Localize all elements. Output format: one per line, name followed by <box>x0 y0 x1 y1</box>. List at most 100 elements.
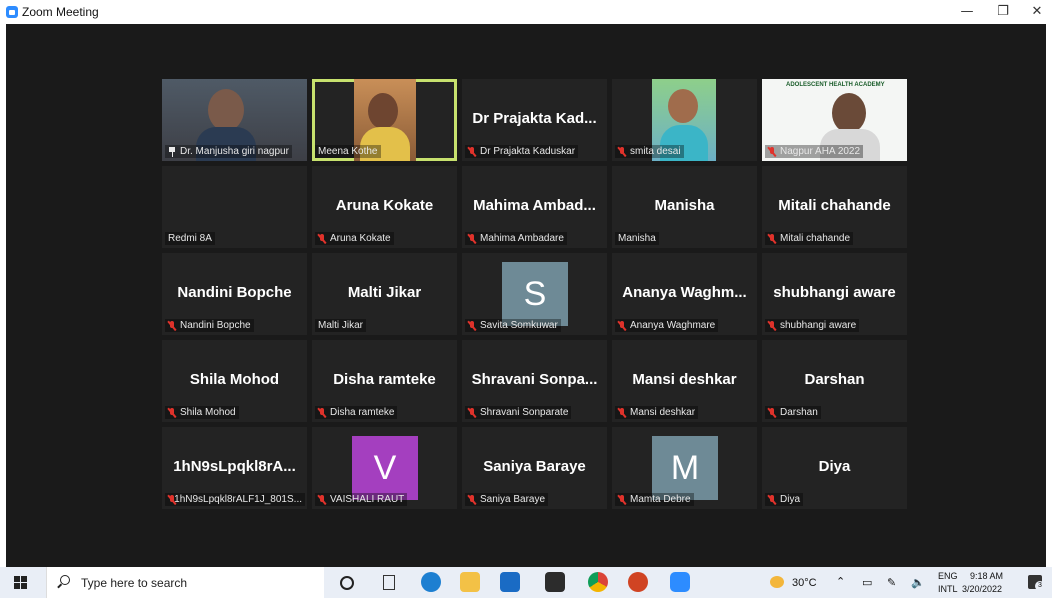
participant-name-label: Mahima Ambadare <box>465 232 567 245</box>
clock-time[interactable]: 9:18 AM <box>970 571 1003 581</box>
window-title: Zoom Meeting <box>22 5 99 19</box>
participant-name: Ananya Waghmare <box>630 320 716 331</box>
participant-name: shubhangi aware <box>780 320 857 331</box>
participant-tile[interactable]: M Mamta Debre <box>612 427 757 509</box>
participant-name: Meena Kothe <box>318 146 378 157</box>
edge-icon[interactable] <box>421 572 441 592</box>
participant-display-name: 1hN9sLpqkl8rA... <box>173 458 296 475</box>
participant-display-name: Saniya Baraye <box>483 458 586 475</box>
search-input[interactable]: Type here to search <box>46 567 324 598</box>
mic-muted-icon <box>768 494 776 505</box>
participant-avatar: M <box>652 436 718 500</box>
mic-muted-icon <box>318 494 326 505</box>
participant-name: VAISHALI RAUT <box>330 494 405 505</box>
clock-date[interactable]: 3/20/2022 <box>962 584 1002 594</box>
mic-muted-icon <box>768 233 776 244</box>
participant-name-label: Mansi deshkar <box>615 406 699 419</box>
participant-tile[interactable]: Diya Diya <box>762 427 907 509</box>
mic-muted-icon <box>768 407 776 418</box>
widgets-icon[interactable] <box>383 575 395 590</box>
file-explorer-icon[interactable] <box>460 572 480 592</box>
participant-name-label: Aruna Kokate <box>315 232 394 245</box>
participant-tile[interactable]: Dr Prajakta Kad... Dr Prajakta Kaduskar <box>462 79 607 161</box>
mic-muted-icon <box>468 233 476 244</box>
close-button[interactable]: ✕ <box>1020 0 1052 24</box>
participant-name: Nandini Bopche <box>180 320 251 331</box>
participant-name-label: Diya <box>765 493 804 506</box>
participant-name-label: Savita Somkuwar <box>465 319 561 332</box>
participant-display-name: Malti Jikar <box>347 284 422 301</box>
participant-name: Disha ramteke <box>330 407 395 418</box>
pen-icon[interactable]: ✎ <box>887 576 896 589</box>
minimize-button[interactable]: — <box>950 0 984 24</box>
participant-display-name: Disha ramteke <box>333 371 436 388</box>
weather-temp[interactable]: 30°C <box>792 577 817 589</box>
language-layout[interactable]: INTL <box>938 584 958 594</box>
participant-tile[interactable]: Shravani Sonpa... Shravani Sonparate <box>462 340 607 422</box>
zoom-icon[interactable] <box>670 572 690 592</box>
participant-display-name: Nandini Bopche <box>177 284 292 301</box>
participant-display-name: Mahima Ambad... <box>473 197 596 214</box>
store-icon[interactable] <box>545 572 565 592</box>
participant-name-label: Mamta Debre <box>615 493 694 506</box>
maximize-button[interactable]: ❐ <box>986 0 1020 24</box>
participant-display-name: Darshan <box>804 371 865 388</box>
mic-muted-icon <box>468 494 476 505</box>
participant-tile[interactable]: Ananya Waghm... Ananya Waghmare <box>612 253 757 335</box>
network-icon[interactable]: ▭ <box>862 576 872 589</box>
participant-name: Manisha <box>618 233 656 244</box>
participant-tile[interactable]: Mahima Ambad... Mahima Ambadare <box>462 166 607 248</box>
mic-muted-icon <box>618 407 626 418</box>
participant-name-label: Dr Prajakta Kaduskar <box>465 145 579 158</box>
participant-tile[interactable]: Redmi 8A <box>162 166 307 248</box>
mail-icon[interactable] <box>500 572 520 592</box>
mic-muted-icon <box>618 320 626 331</box>
participant-name: Aruna Kokate <box>330 233 391 244</box>
windows-start-icon[interactable] <box>14 576 27 589</box>
participant-tile[interactable]: ADOLESCENT HEALTH ACADEMY Nagpur AHA 2022 <box>762 79 907 161</box>
participant-display-name: Mitali chahande <box>778 197 891 214</box>
participant-tile[interactable]: Nandini Bopche Nandini Bopche <box>162 253 307 335</box>
participant-name: Mamta Debre <box>630 494 691 505</box>
participant-tile[interactable]: Darshan Darshan <box>762 340 907 422</box>
participant-tile[interactable]: Meena Kothe <box>312 79 457 161</box>
participant-name: Mitali chahande <box>780 233 851 244</box>
participant-tile[interactable]: Disha ramteke Disha ramteke <box>312 340 457 422</box>
notification-count: 3 <box>1035 581 1045 591</box>
participant-tile[interactable]: Shila Mohod Shila Mohod <box>162 340 307 422</box>
participant-tile[interactable]: Mansi deshkar Mansi deshkar <box>612 340 757 422</box>
participant-tile[interactable]: Dr. Manjusha giri nagpur <box>162 79 307 161</box>
participant-tile[interactable]: shubhangi aware shubhangi aware <box>762 253 907 335</box>
participant-tile[interactable]: 1hN9sLpqkl8rA... 1hN9sLpqkl8rALF1J_801S..… <box>162 427 307 509</box>
participant-tile[interactable]: Manisha Manisha <box>612 166 757 248</box>
participant-name-label: Manisha <box>615 232 659 245</box>
participant-tile[interactable]: Aruna Kokate Aruna Kokate <box>312 166 457 248</box>
language-code[interactable]: ENG <box>938 571 958 581</box>
chevron-up-icon[interactable]: ⌃ <box>836 575 845 588</box>
participant-tile[interactable]: Saniya Baraye Saniya Baraye <box>462 427 607 509</box>
participant-tile[interactable]: smita desai <box>612 79 757 161</box>
participant-name: Savita Somkuwar <box>480 320 558 331</box>
mic-muted-icon <box>768 320 776 331</box>
title-bar: Zoom Meeting — ❐ ✕ <box>0 0 1052 24</box>
participant-name-label: Redmi 8A <box>165 232 215 245</box>
participant-name: smita desai <box>630 146 681 157</box>
powerpoint-icon[interactable] <box>628 572 648 592</box>
participant-name: Shravani Sonparate <box>480 407 569 418</box>
meeting-gallery: Dr. Manjusha giri nagpur Meena Kothe Dr Pr… <box>6 24 1046 567</box>
participant-name-label: smita desai <box>615 145 684 158</box>
participant-name-label: Shravani Sonparate <box>465 406 572 419</box>
volume-icon[interactable]: 🔈 <box>911 576 925 589</box>
participant-name-label: Meena Kothe <box>315 145 381 158</box>
participant-tile[interactable]: Mitali chahande Mitali chahande <box>762 166 907 248</box>
search-icon <box>60 575 70 585</box>
participant-display-name: Dr Prajakta Kad... <box>472 110 597 127</box>
chrome-icon[interactable] <box>588 572 608 592</box>
weather-icon[interactable] <box>770 576 784 588</box>
participant-tile[interactable]: Malti Jikar Malti Jikar <box>312 253 457 335</box>
notification-icon[interactable]: 3 <box>1028 575 1045 591</box>
participant-tile[interactable]: V VAISHALI RAUT <box>312 427 457 509</box>
task-view-icon[interactable] <box>340 576 354 590</box>
participant-tile[interactable]: S Savita Somkuwar <box>462 253 607 335</box>
search-placeholder: Type here to search <box>81 576 188 590</box>
